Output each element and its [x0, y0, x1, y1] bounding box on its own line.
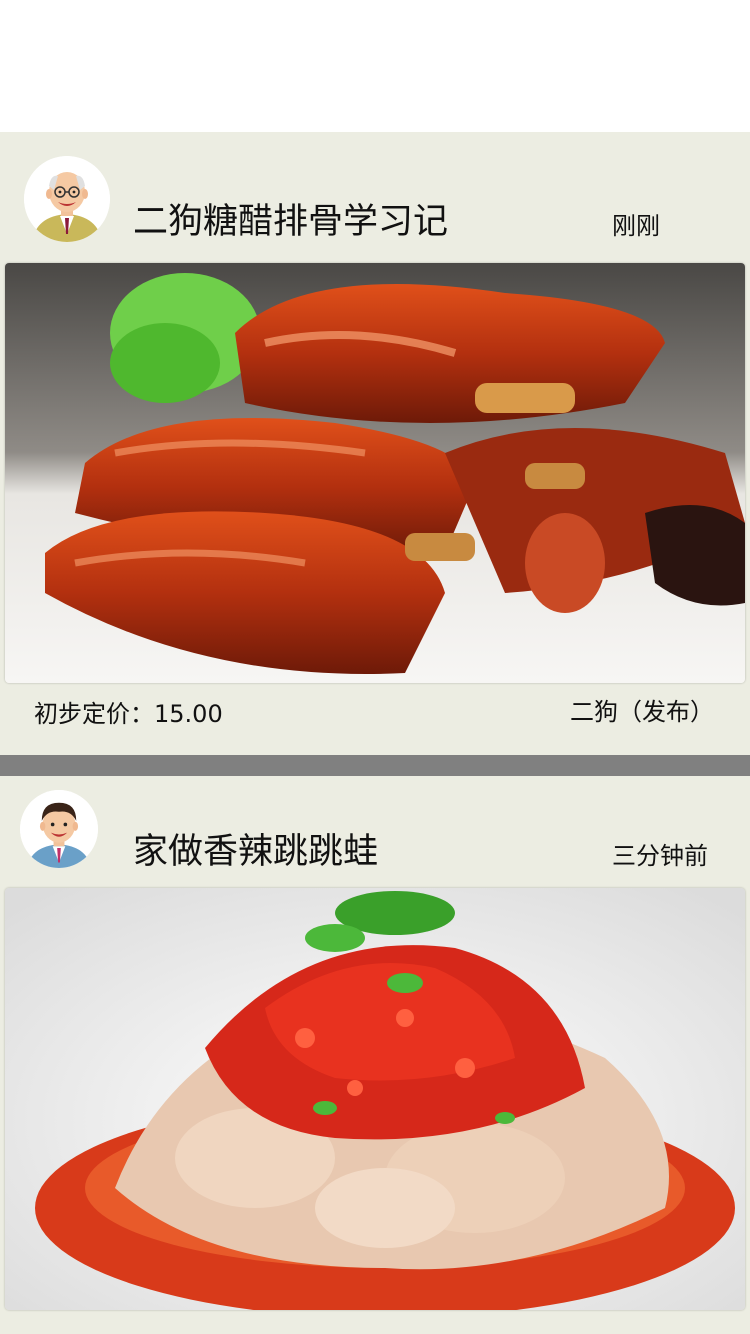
price-text: 初步定价：15.00: [34, 699, 223, 729]
card-separator: [0, 755, 750, 776]
top-blank-area: [0, 0, 750, 132]
post-card[interactable]: 家做香辣跳跳蛙 三分钟前: [0, 776, 750, 1334]
post-title[interactable]: 二狗糖醋排骨学习记: [133, 202, 448, 242]
price-label: 初步定价：: [34, 700, 154, 728]
young-man-avatar-icon[interactable]: [20, 790, 98, 868]
author-text[interactable]: 二狗（发布）: [570, 697, 714, 727]
dish-photo[interactable]: [5, 263, 745, 683]
elderly-man-avatar-icon[interactable]: [24, 156, 110, 242]
post-title[interactable]: 家做香辣跳跳蛙: [133, 832, 378, 872]
post-time: 刚刚: [612, 212, 660, 240]
dish-photo[interactable]: [5, 888, 745, 1310]
price-value: 15.00: [154, 700, 223, 728]
post-time: 三分钟前: [612, 842, 708, 870]
post-card[interactable]: 二狗糖醋排骨学习记 刚刚 初步定价：15.00 二狗（发布）: [0, 132, 750, 755]
